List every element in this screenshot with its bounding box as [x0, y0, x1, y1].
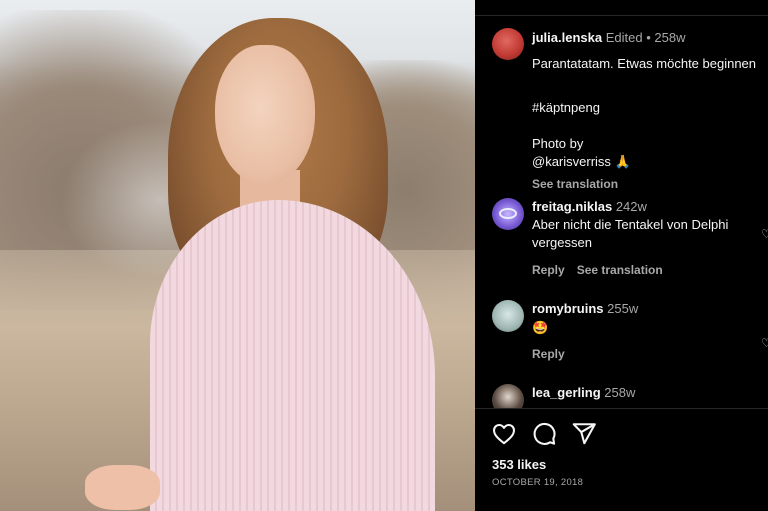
comment-username[interactable]: freitag.niklas	[532, 199, 612, 214]
comment-username[interactable]: romybruins	[532, 301, 604, 316]
post-actions	[491, 420, 597, 448]
caption-age[interactable]: 258w	[654, 30, 685, 45]
photo-face	[215, 45, 315, 185]
comments-list[interactable]: julia.lenska Edited • 258w Parantatatam.…	[475, 16, 768, 408]
photo-hand	[85, 465, 160, 510]
share-icon[interactable]	[571, 421, 597, 447]
comment-age[interactable]: 242w	[616, 199, 647, 214]
separator-dot: •	[646, 30, 651, 45]
comment-actions: Reply See translation	[532, 261, 663, 279]
avatar[interactable]	[492, 198, 524, 230]
edited-label: Edited	[605, 30, 643, 45]
caption-hashtag[interactable]: #käptnpeng	[532, 99, 600, 117]
post-photo[interactable]	[0, 0, 475, 511]
avatar-loop-graphic	[499, 208, 517, 219]
caption-mention[interactable]: @karisverriss 🙏	[532, 153, 631, 171]
post-date[interactable]: OCTOBER 19, 2018	[492, 477, 583, 488]
comment-text-continued: vergessen	[532, 235, 592, 250]
avatar[interactable]	[492, 384, 524, 408]
see-translation-button[interactable]: See translation	[577, 263, 663, 277]
comment-text: Aber nicht die Tentakel von Delphi	[532, 217, 729, 232]
comment-header: freitag.niklas 242w	[532, 198, 647, 216]
comment-age[interactable]: 258w	[604, 385, 635, 400]
avatar[interactable]	[492, 28, 524, 60]
heart-icon[interactable]	[491, 421, 517, 447]
comment-like-heart-icon[interactable]: ♡	[761, 337, 768, 349]
reply-button[interactable]: Reply	[532, 263, 565, 277]
caption-text: Parantatatam. Etwas möchte beginnen	[532, 56, 757, 71]
caption-credit: Photo by	[532, 136, 584, 151]
comment-age[interactable]: 255w	[607, 301, 638, 316]
actions-divider	[475, 408, 768, 409]
comment-icon[interactable]	[531, 421, 557, 447]
reply-button[interactable]: Reply	[532, 345, 565, 363]
comment-header: lea_gerling 258w	[532, 384, 635, 402]
comment-username[interactable]: lea_gerling	[532, 385, 601, 400]
comment-header: romybruins 255w	[532, 300, 638, 318]
post-details-panel: julia.lenska Edited • 258w Parantatatam.…	[475, 0, 768, 511]
comment-text: 🤩	[532, 320, 549, 335]
caption-header: julia.lenska Edited • 258w	[532, 29, 685, 47]
see-translation-button[interactable]: See translation	[532, 175, 618, 193]
caption-username[interactable]: julia.lenska	[532, 30, 602, 45]
avatar[interactable]	[492, 300, 524, 332]
likes-count[interactable]: 353 likes	[492, 457, 546, 472]
comment-like-heart-icon[interactable]: ♡	[761, 228, 768, 240]
